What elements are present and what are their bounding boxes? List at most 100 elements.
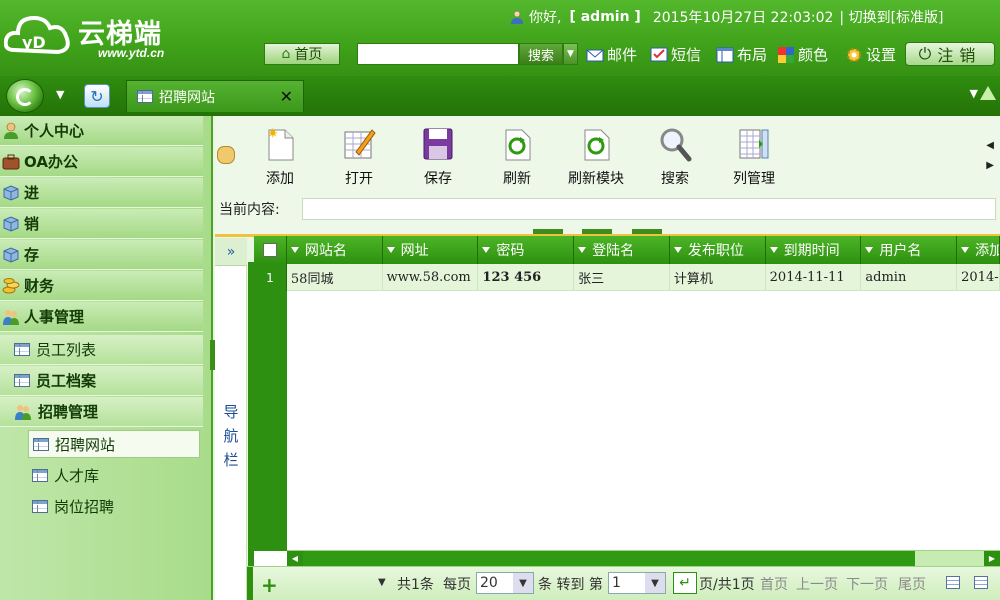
add-button[interactable]: ✷ 添加 <box>245 126 315 188</box>
sort-icon <box>769 247 778 253</box>
sort-icon <box>673 247 682 253</box>
table-icon <box>14 343 30 356</box>
toolbar-scroll-arrows[interactable]: ◀ ▶ <box>986 136 994 176</box>
search-input[interactable] <box>357 43 519 65</box>
start-dropdown-icon[interactable]: ▼ <box>56 88 64 101</box>
sidebar-item-employee-archive[interactable]: 员工档案 <box>0 366 203 396</box>
row-number-column <box>254 291 287 551</box>
table-cell[interactable]: 58同城 <box>287 264 383 291</box>
sms-link[interactable]: 短信 <box>650 44 701 65</box>
table-icon <box>137 90 153 103</box>
nav-label[interactable]: 导航栏 <box>223 400 239 472</box>
toolbar: ✷ 添加 打开 保存 刷新 刷新模块 搜索 列管理 ◀ ▶ 当前内容: <box>215 116 1000 235</box>
expand-nav-icon[interactable]: » <box>215 238 247 266</box>
add-row-icon[interactable]: + <box>261 573 278 597</box>
sidebar-item-recruit-manage[interactable]: 招聘管理 <box>0 397 203 427</box>
per-page-select[interactable]: 20 ▼ <box>476 572 534 594</box>
column-header[interactable]: 密码 <box>478 236 575 264</box>
search-tool-button[interactable]: 搜索 <box>640 126 710 188</box>
column-header[interactable]: 网址 <box>383 236 479 264</box>
svg-text:✷: ✷ <box>267 126 279 142</box>
sidebar-item-personal[interactable]: 个人中心 <box>0 116 203 146</box>
save-button[interactable]: 保存 <box>403 126 473 188</box>
sort-icon <box>961 247 970 253</box>
settings-link[interactable]: 设置 <box>845 44 896 65</box>
refresh-module-button[interactable]: 刷新模块 <box>561 126 631 188</box>
scroll-left-icon[interactable]: ◀ <box>287 551 303 566</box>
column-manage-button[interactable]: 列管理 <box>719 126 789 188</box>
arrow-up-icon[interactable] <box>980 86 996 100</box>
logout-button[interactable]: ⏻ 注销 <box>905 42 995 66</box>
tab-recruit-site[interactable]: 招聘网站 ✕ <box>126 80 304 112</box>
scrollbar-thumb[interactable] <box>303 551 915 566</box>
table-cell[interactable]: www.58.com <box>383 264 479 291</box>
column-header[interactable]: 用户名 <box>861 236 958 264</box>
refresh-tab-icon[interactable]: ↻ <box>84 84 110 108</box>
next-page-link[interactable]: 下一页 <box>846 574 888 594</box>
sort-icon <box>290 247 299 253</box>
column-header[interactable]: 网站名 <box>287 236 383 264</box>
go-enter-icon[interactable]: ↵ <box>673 572 697 594</box>
table-icon <box>14 374 30 387</box>
table-cell[interactable]: 2014-11-11 <box>766 264 862 291</box>
table-cell[interactable]: 张三 <box>574 264 670 291</box>
sidebar-item-oa[interactable]: OA办公 <box>0 147 203 177</box>
sidebar-item-purchase[interactable]: 进 <box>0 178 203 208</box>
grid-view-icon[interactable] <box>974 576 988 589</box>
pager-menu-icon[interactable]: ▼ <box>378 577 386 588</box>
horizontal-scrollbar[interactable]: ◀ ▶ <box>287 550 1000 566</box>
grid-header: 网站名 网址 密码 登陆名 发布职位 到期时间 用户名 添加 <box>254 236 1000 264</box>
first-page-link[interactable]: 首页 <box>760 574 788 594</box>
start-menu-button[interactable] <box>6 79 44 113</box>
sidebar-item-hr[interactable]: 人事管理 <box>0 302 203 332</box>
select-all-checkbox[interactable] <box>254 236 287 264</box>
sidebar-item-sales[interactable]: 销 <box>0 209 203 239</box>
username: [ admin ] <box>569 9 641 25</box>
table-row[interactable]: 1 58同城 www.58.com 123 456 张三 计算机 2014-11… <box>254 264 1000 291</box>
sidebar-item-stock[interactable]: 存 <box>0 240 203 270</box>
close-icon[interactable]: ✕ <box>280 87 293 106</box>
tab-scroll-controls[interactable]: ▼ <box>970 86 996 100</box>
greeting: 你好, <box>529 10 562 26</box>
table-cell[interactable]: 2014-1 <box>957 264 1000 291</box>
sidebar-item-finance[interactable]: 财务 <box>0 271 203 301</box>
chevron-down-icon[interactable]: ▼ <box>970 87 978 100</box>
layout-icon <box>716 47 734 62</box>
search-button[interactable]: 搜索 <box>519 43 563 65</box>
list-view-icon[interactable] <box>946 576 960 589</box>
toolbar-toggle-icon[interactable] <box>217 146 235 164</box>
home-label: 首页 <box>294 47 323 63</box>
logo-url: www.ytd.cn <box>98 46 165 60</box>
layout-link[interactable]: 布局 <box>716 44 767 65</box>
scroll-right-icon[interactable]: ▶ <box>984 551 1000 566</box>
refresh-button[interactable]: 刷新 <box>482 126 552 188</box>
refresh-module-icon <box>584 129 610 161</box>
column-header[interactable]: 登陆名 <box>574 236 670 264</box>
sidebar-item-talent-pool[interactable]: 人才库 <box>28 461 200 489</box>
sidebar-item-recruit-site[interactable]: 招聘网站 <box>28 430 200 458</box>
table-cell[interactable]: 计算机 <box>670 264 766 291</box>
sort-icon <box>865 247 874 253</box>
column-header[interactable]: 添加 <box>957 236 1000 264</box>
box-icon <box>3 215 19 232</box>
search-dropdown[interactable]: ▼ <box>563 43 578 65</box>
nav-column: » 导航栏 <box>215 238 247 600</box>
color-link[interactable]: 颜色 <box>777 44 828 65</box>
mail-link[interactable]: 邮件 <box>586 44 637 65</box>
column-header[interactable]: 发布职位 <box>670 236 766 264</box>
page-select[interactable]: 1 ▼ <box>608 572 666 594</box>
column-header[interactable]: 到期时间 <box>766 236 862 264</box>
prev-page-link[interactable]: 上一页 <box>796 574 838 594</box>
briefcase-icon <box>2 154 20 169</box>
sort-icon <box>386 247 395 253</box>
table-cell[interactable]: admin <box>861 264 958 291</box>
table-icon <box>33 437 49 451</box>
sidebar-item-job-posting[interactable]: 岗位招聘 <box>28 492 200 520</box>
switch-edition-link[interactable]: | 切换到[标准版] <box>839 7 943 27</box>
last-page-link[interactable]: 尾页 <box>898 574 926 594</box>
sidebar-item-employee-list[interactable]: 员工列表 <box>0 335 203 365</box>
table-cell[interactable]: 123 456 <box>478 264 575 291</box>
home-button[interactable]: ⌂ 首页 <box>264 43 340 65</box>
start-orb-icon <box>16 88 34 106</box>
open-button[interactable]: 打开 <box>324 126 394 188</box>
